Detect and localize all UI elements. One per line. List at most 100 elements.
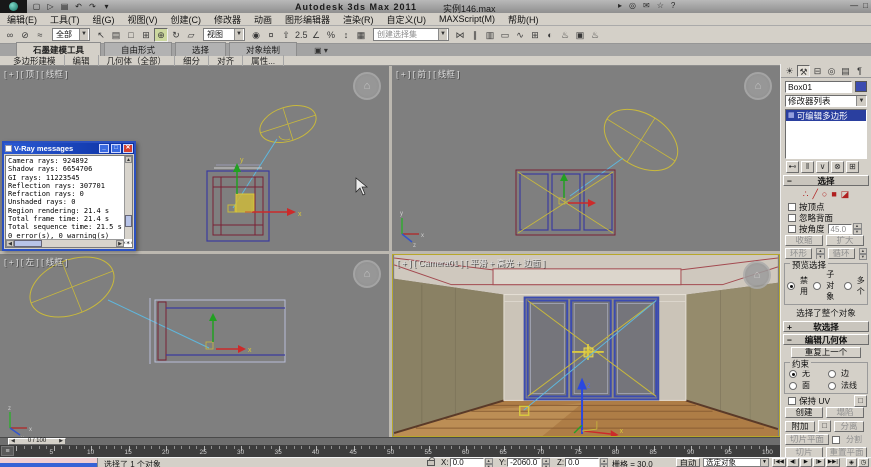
grow-button[interactable]: 扩大 — [826, 235, 864, 246]
by-vertex-checkbox-row[interactable]: 按顶点 — [781, 202, 871, 211]
quick-render-icon[interactable]: ♨ — [588, 28, 602, 42]
ignore-backfacing-checkbox-row[interactable]: 忽略背面 — [781, 213, 871, 222]
x-spinner[interactable]: ▲▼ — [485, 458, 493, 467]
menu-item-7[interactable]: 图形编辑器 — [285, 13, 330, 26]
object-name-field[interactable]: Box01 — [785, 81, 852, 93]
preserve-uvs-row[interactable]: 保持 UV□ — [781, 396, 871, 405]
viewport-camera[interactable]: z x [ + ] [ Camera01 ] [ 平滑 + 高光 + 边面 ] … — [392, 254, 780, 437]
render-setup-icon[interactable]: ♨ — [558, 28, 572, 42]
app-logo-button[interactable] — [0, 0, 27, 13]
vray-messages-window[interactable]: V-Ray messages _ □ ✕ Camera rays: 924892… — [2, 141, 136, 251]
spinner-snap-icon[interactable]: ↕ — [339, 28, 353, 42]
viewport-front-canvas[interactable]: x y z — [392, 66, 780, 251]
vray-horizontal-scrollbar[interactable]: ◀▶ — [6, 239, 124, 247]
pin-stack-icon[interactable]: ⊷ — [786, 161, 799, 173]
viewcube-icon[interactable]: ⌂ — [353, 72, 381, 100]
select-object-icon[interactable]: ↖ — [94, 28, 108, 42]
coordinate-system-dropdown[interactable]: 视图▼ — [203, 28, 245, 41]
window-crossing-icon[interactable]: ⊞ — [139, 28, 153, 42]
select-and-scale-icon[interactable]: ▱ — [184, 28, 198, 42]
viewport-front-label[interactable]: [ + ] [ 前 ] [ 线框 ] — [396, 68, 460, 80]
radio-icon[interactable] — [787, 282, 795, 290]
prev-frame-icon[interactable]: ◀| — [787, 458, 799, 467]
create-tab-icon[interactable]: ☀ — [783, 65, 796, 77]
radio-icon[interactable] — [789, 382, 797, 390]
utilities-tab-icon[interactable]: ¶ — [853, 65, 866, 77]
key-mode-toggle-icon[interactable]: ◈ — [846, 458, 857, 467]
z-spinner[interactable]: ▲▼ — [600, 458, 608, 467]
by-angle-checkbox-row[interactable]: 按角度45.0▲▼ — [781, 224, 871, 233]
viewcube-icon[interactable]: ⌂ — [743, 261, 771, 289]
viewcube-icon[interactable]: ⌂ — [353, 260, 381, 288]
edit-named-selections-icon[interactable]: ▦ — [354, 28, 368, 42]
checkbox-icon[interactable] — [788, 214, 796, 222]
menu-item-10[interactable]: MAXScript(M) — [439, 14, 495, 24]
configure-modifier-sets-icon[interactable]: ⊞ — [846, 161, 859, 173]
modifier-list-dropdown[interactable]: 修改器列表▼ — [785, 95, 867, 107]
percent-snap-icon[interactable]: % — [324, 28, 338, 42]
rectangular-selection-icon[interactable]: □ — [124, 28, 138, 42]
use-pivot-center-icon[interactable]: ◉ — [249, 28, 263, 42]
menu-item-6[interactable]: 动画 — [254, 13, 272, 26]
radio-icon[interactable] — [828, 382, 836, 390]
make-unique-icon[interactable]: ∨ — [816, 161, 829, 173]
bind-to-space-warp-icon[interactable]: ≈ — [33, 28, 47, 42]
viewport-left-label[interactable]: [ + ] [ 左 ] [ 线框 ] — [4, 256, 68, 268]
goto-start-icon[interactable]: |◀◀ — [772, 458, 786, 467]
time-configuration-icon[interactable]: ◷ — [858, 458, 869, 467]
hierarchy-tab-icon[interactable]: ⊟ — [811, 65, 824, 77]
select-by-name-icon[interactable]: ▤ — [109, 28, 123, 42]
new-file-icon[interactable]: ▢ — [31, 2, 42, 11]
redo-icon[interactable]: ↷ — [87, 2, 98, 11]
minimize-icon[interactable]: — — [850, 1, 858, 10]
schematic-view-icon[interactable]: ⊞ — [528, 28, 542, 42]
restore-icon[interactable]: □ — [863, 1, 868, 10]
menu-item-2[interactable]: 组(G) — [93, 13, 115, 26]
y-spinner[interactable]: ▲▼ — [542, 458, 550, 467]
remove-modifier-icon[interactable]: ⊗ — [831, 161, 844, 173]
attach-button[interactable]: 附加 — [785, 421, 815, 432]
checkbox-icon[interactable] — [788, 203, 796, 211]
ribbon-panel-5[interactable]: 属性... — [243, 55, 284, 67]
track-bar[interactable]: ≡ 51015202530354045505560657075808590951… — [0, 445, 780, 457]
menu-item-0[interactable]: 编辑(E) — [7, 13, 37, 26]
communication-center-icon[interactable]: ✉ — [643, 1, 650, 10]
menu-item-3[interactable]: 视图(V) — [128, 13, 158, 26]
y-field[interactable]: -2060.0 — [507, 458, 541, 467]
minimize-icon[interactable]: _ — [99, 144, 109, 153]
element-subobject-icon[interactable]: ◪ — [841, 189, 850, 200]
display-tab-icon[interactable]: ▤ — [839, 65, 852, 77]
checkbox-icon[interactable] — [832, 436, 840, 444]
favorites-star-icon[interactable]: ☆ — [657, 1, 664, 10]
loop-button[interactable]: 循环 — [828, 248, 855, 259]
repeat-last-button[interactable]: 重复上一个 — [791, 347, 861, 358]
next-frame-arrow-icon[interactable]: ▶ — [57, 439, 65, 444]
angle-snap-icon[interactable]: ∠ — [309, 28, 323, 42]
vertex-subobject-icon[interactable]: ∴ — [803, 189, 809, 200]
border-subobject-icon[interactable]: ○ — [822, 189, 827, 200]
snap-toggle-icon[interactable]: 2.5 — [294, 28, 308, 42]
maximize-icon[interactable]: □ — [111, 144, 121, 153]
scroll-right-icon[interactable]: ▶ — [116, 240, 124, 247]
angle-value-field[interactable]: 45.0 — [828, 224, 852, 234]
named-selection-dropdown[interactable]: 创建选择集▼ — [373, 28, 449, 41]
slice-plane-button[interactable]: 切片平面 — [785, 434, 829, 445]
object-color-swatch[interactable] — [855, 81, 867, 92]
ribbon-panel-0[interactable]: 多边形建模 — [5, 55, 65, 67]
edit-geometry-rollout-header[interactable]: − 编辑几何体 — [783, 334, 869, 345]
play-icon[interactable]: ▶ — [800, 458, 812, 467]
modify-tab-icon[interactable]: ⚒ — [797, 65, 810, 77]
menu-item-1[interactable]: 工具(T) — [50, 13, 80, 26]
edge-subobject-icon[interactable]: ╱ — [812, 189, 817, 200]
vray-title-bar[interactable]: V-Ray messages _ □ ✕ — [4, 143, 134, 154]
polygon-subobject-icon[interactable]: ■ — [831, 189, 836, 200]
selection-rollout-header[interactable]: − 选择 — [783, 175, 869, 186]
next-frame-icon[interactable]: |▶ — [813, 458, 825, 467]
checkbox-icon[interactable] — [788, 225, 796, 233]
time-slider-handle[interactable]: ◀ 0 / 100 ▶ — [8, 438, 66, 445]
stack-item-editable-poly[interactable]: ▦ 可编辑多边形 — [786, 110, 866, 121]
ribbon-toggle-icon[interactable]: ▭ — [498, 28, 512, 42]
shrink-button[interactable]: 收缩 — [785, 235, 823, 246]
radio-icon[interactable] — [844, 282, 852, 290]
track-ruler[interactable]: 5101520253035404550556065707580859095100 — [0, 445, 780, 457]
